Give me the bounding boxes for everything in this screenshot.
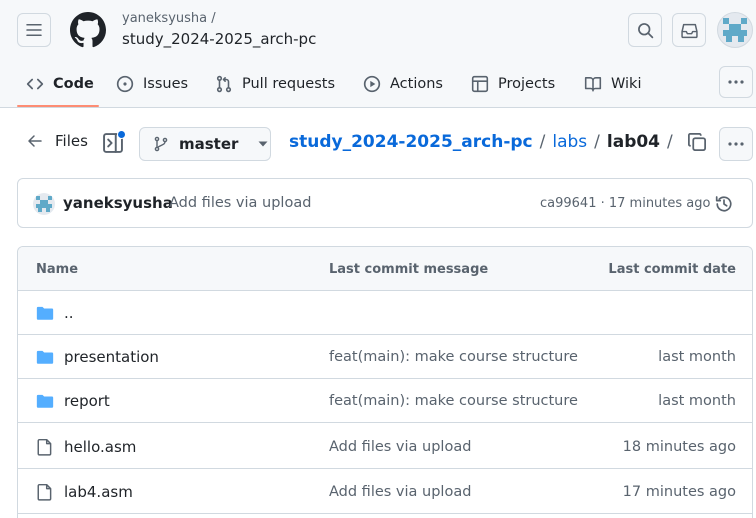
tab-actions[interactable]: Actions [363, 62, 443, 106]
git-pull-request-icon [216, 75, 232, 93]
identicon-avatar [723, 18, 747, 42]
hamburger-icon [26, 24, 42, 36]
commit-author-avatar[interactable] [33, 193, 55, 215]
arrow-left-icon [28, 135, 42, 147]
table-icon [471, 75, 489, 93]
branch-name: master [179, 135, 239, 153]
tab-wiki-label: Wiki [611, 76, 642, 92]
commit-message-link[interactable]: Add files via upload [329, 484, 471, 500]
play-icon [363, 75, 381, 93]
file-icon [37, 438, 52, 456]
book-icon [584, 77, 602, 92]
notification-dot [117, 130, 126, 139]
commit-date: last month [658, 393, 736, 409]
repo-name-link[interactable]: study_2024-2025_arch-pc [122, 30, 316, 48]
table-row[interactable]: .. [18, 291, 752, 335]
table-row[interactable]: report feat(main): make course structure… [18, 379, 752, 423]
breadcrumb-separator: / [539, 132, 546, 152]
commit-author[interactable]: yaneksyusha [63, 194, 173, 212]
triangle-down-icon [258, 141, 268, 147]
commit-date: 17 minutes ago [622, 484, 736, 500]
latest-commit-box: yaneksyusha Add files via upload ca99641… [17, 178, 753, 228]
tab-code-label: Code [53, 76, 94, 92]
files-label: Files [55, 132, 88, 150]
breadcrumb-labs-link[interactable]: labs [552, 132, 587, 152]
code-icon [26, 78, 44, 90]
tab-pull-requests[interactable]: Pull requests [215, 62, 335, 106]
global-header: yaneksyusha / study_2024-2025_arch-pc Co… [0, 0, 756, 108]
tab-issues[interactable]: Issues [116, 62, 188, 106]
breadcrumb-current: lab04 [606, 132, 661, 152]
tab-issues-label: Issues [143, 76, 189, 92]
commit-message-link[interactable]: feat(main): make course structure [329, 393, 578, 409]
file-name-link[interactable]: hello.asm [64, 438, 136, 456]
github-logo[interactable] [70, 12, 106, 48]
commit-date: 18 minutes ago [622, 439, 736, 455]
column-last-commit-message: Last commit message [329, 262, 489, 277]
menu-button[interactable] [17, 13, 51, 47]
breadcrumb-separator: / [594, 132, 600, 152]
tab-actions-label: Actions [390, 76, 443, 92]
branch-selector[interactable]: master [139, 127, 271, 161]
file-name-link[interactable]: .. [64, 304, 74, 322]
history-icon[interactable] [715, 195, 733, 213]
commit-message-link[interactable]: feat(main): make course structure [329, 349, 578, 365]
repo-owner-link[interactable]: yaneksyusha / [122, 11, 216, 26]
active-tab-indicator [17, 105, 99, 107]
git-branch-icon [154, 136, 168, 152]
file-name-link[interactable]: lab4.asm [64, 483, 133, 501]
table-row[interactable]: lab4.asm Add files via upload 17 minutes… [18, 469, 752, 514]
commit-hash-time[interactable]: ca99641 · 17 minutes ago [540, 196, 710, 211]
folder-icon [36, 306, 54, 320]
search-icon [637, 22, 653, 38]
nav-more-button[interactable] [719, 66, 753, 98]
file-table: Name Last commit message Last commit dat… [17, 246, 753, 518]
inbox-button[interactable] [672, 13, 706, 47]
commit-date: last month [658, 349, 736, 365]
commit-message-link[interactable]: Add files via upload [329, 439, 471, 455]
table-row[interactable]: presentation feat(main): make course str… [18, 335, 752, 379]
files-back-link[interactable]: Files [27, 132, 88, 150]
user-avatar[interactable] [717, 12, 753, 48]
file-name-link[interactable]: presentation [64, 348, 159, 366]
kebab-horizontal-icon [728, 80, 744, 84]
column-name: Name [36, 262, 79, 277]
copy-path-icon[interactable] [687, 132, 707, 152]
tab-projects-label: Projects [498, 76, 556, 92]
breadcrumb-separator: / [667, 132, 673, 152]
identicon-avatar [36, 196, 52, 212]
breadcrumb-repo-link[interactable]: study_2024-2025_arch-pc [289, 132, 533, 152]
file-icon [37, 483, 52, 501]
tab-pull-requests-label: Pull requests [242, 76, 336, 92]
tab-projects[interactable]: Projects [471, 62, 555, 106]
table-header: Name Last commit message Last commit dat… [18, 247, 752, 291]
folder-icon [36, 350, 54, 364]
tab-wiki[interactable]: Wiki [584, 62, 641, 106]
kebab-horizontal-icon [728, 142, 744, 146]
commit-message[interactable]: Add files via upload [169, 195, 311, 211]
tab-code[interactable]: Code [26, 62, 94, 106]
inbox-icon [680, 23, 698, 38]
search-button[interactable] [628, 13, 662, 47]
file-name-link[interactable]: report [64, 392, 110, 410]
table-row[interactable]: hello.asm Add files via upload 18 minute… [18, 424, 752, 469]
issue-opened-icon [116, 75, 134, 93]
path-more-button[interactable] [719, 127, 753, 161]
breadcrumb: study_2024-2025_arch-pc / labs / lab04 / [289, 132, 707, 152]
folder-icon [36, 394, 54, 408]
column-last-commit-date: Last commit date [608, 262, 736, 277]
